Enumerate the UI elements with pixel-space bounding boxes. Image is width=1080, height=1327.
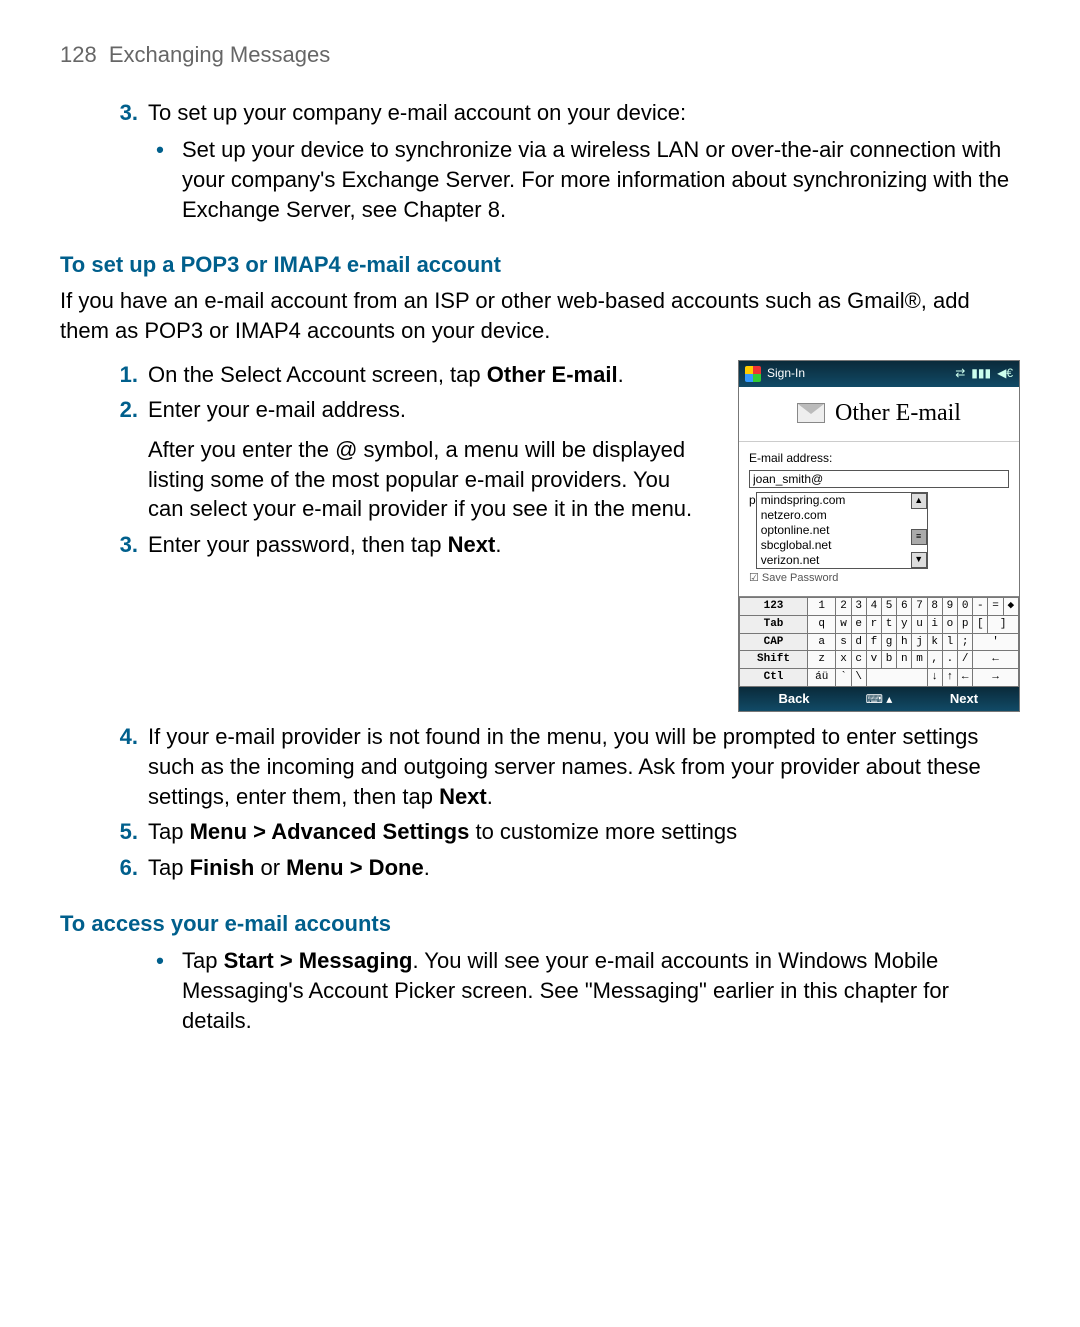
- text: or: [254, 855, 286, 880]
- bold-text: Other E-mail: [487, 362, 618, 387]
- bullet-icon: •: [148, 946, 172, 976]
- titlebar-text: Sign-In: [767, 365, 805, 381]
- bold-text: Menu > Advanced Settings: [190, 819, 470, 844]
- text: On the Select Account screen, tap: [148, 362, 487, 387]
- scroll-up-icon[interactable]: ▲: [911, 493, 927, 509]
- section-heading-access: To access your e-mail accounts: [60, 909, 1020, 939]
- access-bullet: • Tap Start > Messaging. You will see yo…: [148, 946, 1020, 1035]
- pop-step-2: 2. Enter your e-mail address. After you …: [104, 395, 708, 524]
- text: Tap: [148, 819, 190, 844]
- windows-logo-icon: [745, 366, 761, 382]
- bullet-text: Tap Start > Messaging. You will see your…: [182, 946, 1020, 1035]
- bold-text: Finish: [190, 855, 255, 880]
- pop-step-1: 1. On the Select Account screen, tap Oth…: [104, 360, 708, 390]
- text: After you enter the @ symbol, a menu wil…: [148, 435, 708, 524]
- signal-icon: ▮▮▮: [971, 365, 991, 381]
- bold-text: Start > Messaging: [224, 948, 413, 973]
- step-text: Tap Menu > Advanced Settings to customiz…: [148, 817, 1020, 847]
- step-text: To set up your company e-mail account on…: [148, 98, 1020, 128]
- step-3-bullet: • Set up your device to synchronize via …: [148, 135, 1020, 224]
- sync-icon: ⇄: [955, 365, 965, 381]
- text: Enter your e-mail address.: [148, 395, 708, 425]
- softkey-back[interactable]: Back: [739, 690, 849, 708]
- email-field-label: E-mail address:: [749, 450, 1009, 466]
- scroll-thumb[interactable]: ≡: [911, 529, 927, 545]
- text: .: [618, 362, 624, 387]
- save-password-label: Save Password: [762, 572, 838, 584]
- step-number: 6.: [104, 853, 138, 883]
- step-3: 3. To set up your company e-mail account…: [104, 98, 1020, 128]
- device-screenshot: Sign-In ⇄ ▮▮▮ ◀€ Other E-mail E-mail add…: [738, 360, 1020, 713]
- main-title-text: Other E-mail: [835, 397, 961, 429]
- step-text: Enter your password, then tap Next.: [148, 530, 708, 560]
- text: .: [424, 855, 430, 880]
- section-heading-pop3: To set up a POP3 or IMAP4 e-mail account: [60, 250, 1020, 280]
- text: .: [487, 784, 493, 809]
- scroll-down-icon[interactable]: ▼: [911, 552, 927, 568]
- pop-step-4: 4. If your e-mail provider is not found …: [104, 722, 1020, 811]
- bold-text: Next: [448, 532, 496, 557]
- text: Tap: [148, 855, 190, 880]
- page-header: 128 Exchanging Messages: [60, 40, 1020, 70]
- section-intro: If you have an e-mail account from an IS…: [60, 286, 1020, 345]
- bullet-text: Set up your device to synchronize via a …: [182, 135, 1020, 224]
- chapter-title: Exchanging Messages: [109, 42, 330, 67]
- bullet-icon: •: [148, 135, 172, 165]
- step-text: Enter your e-mail address. After you ent…: [148, 395, 708, 524]
- step-number: 3.: [104, 98, 138, 128]
- device-titlebar: Sign-In ⇄ ▮▮▮ ◀€: [739, 361, 1019, 387]
- page-number: 128: [60, 42, 97, 67]
- step-text: Tap Finish or Menu > Done.: [148, 853, 1020, 883]
- email-field[interactable]: [749, 470, 1009, 488]
- dropdown-item[interactable]: verizon.net: [757, 553, 927, 568]
- keyboard-toggle-icon[interactable]: ⌨ ▴: [849, 691, 909, 707]
- text: Enter your password, then tap: [148, 532, 448, 557]
- dropdown-item[interactable]: mindspring.com: [757, 493, 927, 508]
- bold-text: Menu > Done: [286, 855, 424, 880]
- step-number: 2.: [104, 395, 138, 425]
- text: .: [495, 532, 501, 557]
- step-number: 5.: [104, 817, 138, 847]
- dropdown-item[interactable]: sbcglobal.net: [757, 538, 927, 553]
- on-screen-keyboard[interactable]: 1231234567890-=◆ Tabqwertyuiop[] CAPasdf…: [739, 596, 1019, 687]
- status-icons: ⇄ ▮▮▮ ◀€: [955, 365, 1013, 381]
- step-text: On the Select Account screen, tap Other …: [148, 360, 708, 390]
- text: If your e-mail provider is not found in …: [148, 724, 981, 808]
- provider-dropdown[interactable]: mindspring.com netzero.com optonline.net…: [756, 492, 928, 569]
- envelope-icon: [797, 403, 825, 423]
- device-main-title: Other E-mail: [739, 387, 1019, 442]
- text: Tap: [182, 948, 224, 973]
- step-number: 1.: [104, 360, 138, 390]
- step-number: 3.: [104, 530, 138, 560]
- step-number: 4.: [104, 722, 138, 752]
- device-softkey-bar: Back ⌨ ▴ Next: [739, 687, 1019, 711]
- step-text: If your e-mail provider is not found in …: [148, 722, 1020, 811]
- save-password-checkbox[interactable]: ☑ Save Password: [749, 571, 1009, 586]
- dropdown-item[interactable]: netzero.com: [757, 508, 927, 523]
- pop-step-3: 3. Enter your password, then tap Next.: [104, 530, 708, 560]
- bold-text: Next: [439, 784, 487, 809]
- text: to customize more settings: [469, 819, 737, 844]
- volume-icon: ◀€: [997, 365, 1013, 381]
- pop-step-5: 5. Tap Menu > Advanced Settings to custo…: [104, 817, 1020, 847]
- dropdown-item[interactable]: optonline.net: [757, 523, 927, 538]
- pop-step-6: 6. Tap Finish or Menu > Done.: [104, 853, 1020, 883]
- softkey-next[interactable]: Next: [909, 690, 1019, 708]
- password-label-fragment: p: [749, 492, 756, 508]
